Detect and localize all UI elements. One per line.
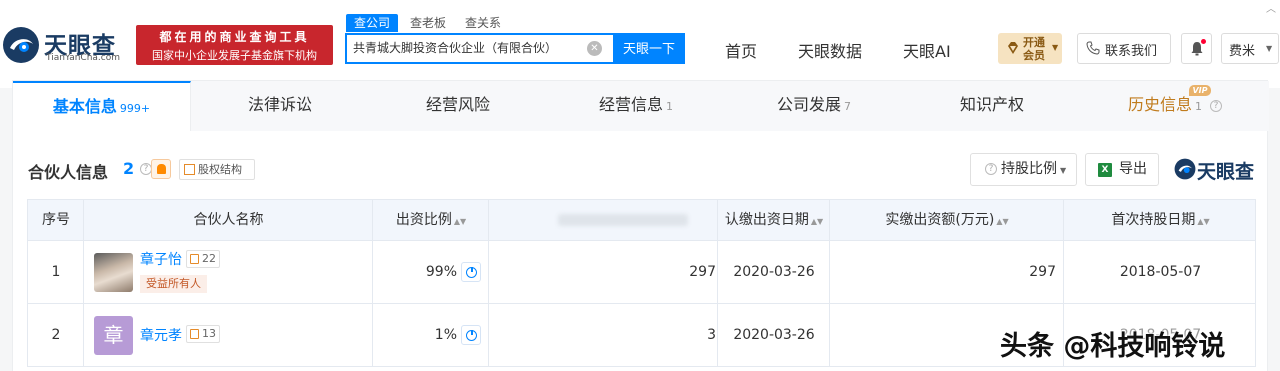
- slogan-line-1: 都在用的商业查询工具: [159, 30, 310, 44]
- diamond-icon: [1008, 42, 1018, 54]
- search-tab-company[interactable]: 查公司: [346, 14, 399, 32]
- relation-count-badge[interactable]: 22: [186, 250, 220, 268]
- table-row: 1 章子怡 22 受益所有人 99% 297 2020-03-26 297 20…: [27, 241, 1256, 304]
- vip-label: 开通 会员: [1023, 36, 1045, 62]
- section-title: 合伙人信息: [28, 163, 109, 182]
- avatar[interactable]: 章: [94, 316, 133, 355]
- col-first-date[interactable]: 首次持股日期 ▲▼: [1064, 200, 1257, 240]
- sort-icon: ▲▼: [1197, 217, 1210, 226]
- column-divider: [488, 199, 489, 367]
- structure-icon: [184, 164, 195, 175]
- subscribed-date: 2020-03-26: [733, 327, 815, 343]
- row-index: 2: [51, 327, 61, 343]
- col-index: 序号: [42, 212, 70, 228]
- nav-home[interactable]: 首页: [725, 38, 757, 62]
- slogan-banner: 都在用的商业查询工具 国家中小企业发展子基金旗下机构: [136, 25, 333, 65]
- amount-value: 3: [707, 327, 716, 343]
- tab-operation[interactable]: 经营信息 1: [547, 81, 725, 131]
- first-holding-date: 2018-05-07: [1119, 264, 1202, 280]
- search-input[interactable]: [353, 40, 583, 54]
- col-subscribed-date[interactable]: 认缴出资日期 ▲▼: [718, 200, 830, 240]
- vip-badge: VIP: [1189, 85, 1211, 96]
- search-button[interactable]: 天眼一下: [613, 33, 685, 64]
- unread-dot: [1201, 39, 1206, 44]
- notification-button[interactable]: [1181, 33, 1212, 64]
- beneficial-owner-tag: 受益所有人: [140, 275, 207, 293]
- partner-section-header: 合伙人信息 2 ? 股权结构 ? 持股比例 ▼ X 导出 天眼查: [13, 131, 1269, 197]
- search-box: ✕: [345, 33, 613, 64]
- partner-name-link[interactable]: 章子怡: [140, 249, 182, 269]
- paid-amount: 297: [1029, 264, 1056, 280]
- ratio-value: 1%: [434, 327, 457, 343]
- col-ratio[interactable]: 出资比例 ▲▼: [373, 200, 489, 240]
- holding-ratio-dropdown[interactable]: ? 持股比例 ▼: [970, 153, 1077, 186]
- sort-icon: ▲▼: [453, 217, 467, 226]
- collapse-chevron-icon[interactable]: ︿: [1262, 0, 1280, 15]
- col-partner-name: 合伙人名称: [193, 212, 264, 228]
- nav-tianyan-ai[interactable]: 天眼AI: [903, 38, 951, 62]
- tab-history[interactable]: 历史信息 1 ?: [1081, 81, 1269, 131]
- contact-us-button[interactable]: 联系我们: [1077, 33, 1171, 64]
- export-button[interactable]: X 导出: [1085, 153, 1159, 186]
- blurred-header: [558, 214, 688, 226]
- caret-down-icon: ▼: [1052, 43, 1059, 52]
- column-divider: [829, 199, 830, 367]
- subscribed-date: 2020-03-26: [733, 264, 815, 280]
- partner-name-link[interactable]: 章元孝: [140, 325, 182, 345]
- tab-ip[interactable]: 知识产权: [903, 81, 1081, 131]
- column-divider: [83, 199, 84, 367]
- help-icon: ?: [985, 163, 997, 175]
- site-logo[interactable]: 天眼查 TianYanCha.com: [2, 22, 130, 68]
- open-vip-button[interactable]: 开通 会员 ▼: [998, 33, 1062, 64]
- tianyancha-logo-icon: [3, 27, 39, 63]
- tab-risk[interactable]: 经营风险: [369, 81, 547, 131]
- avatar[interactable]: [94, 253, 133, 292]
- tianyancha-logo-icon: [1174, 158, 1196, 180]
- relation-count-badge[interactable]: 13: [186, 325, 220, 343]
- clear-search-icon[interactable]: ✕: [587, 41, 602, 56]
- user-menu[interactable]: 费米 ▼: [1221, 33, 1279, 64]
- amount-value: 297: [689, 264, 716, 280]
- brand-watermark-logo: 天眼查: [1174, 157, 1260, 183]
- nav-tianyan-data[interactable]: 天眼数据: [798, 38, 862, 62]
- sort-icon: ▲▼: [996, 217, 1009, 226]
- excel-icon: X: [1098, 163, 1112, 177]
- sort-icon: ▲▼: [810, 217, 824, 226]
- section-count: 2: [123, 159, 135, 178]
- equity-structure-button[interactable]: 股权结构: [179, 159, 255, 180]
- tab-basic-info[interactable]: 基本信息 999+: [13, 81, 191, 131]
- monitor-bell-icon[interactable]: [151, 159, 171, 179]
- caret-down-icon: ▼: [1060, 166, 1067, 175]
- pie-chart-icon[interactable]: [461, 325, 481, 345]
- chevron-down-icon: ▼: [1266, 44, 1273, 53]
- tab-development[interactable]: 公司发展 7: [725, 81, 903, 131]
- slogan-line-2: 国家中小企业发展子基金旗下机构: [152, 49, 317, 62]
- tab-legal[interactable]: 法律诉讼: [191, 81, 369, 131]
- search-tab-boss[interactable]: 查老板: [410, 14, 446, 32]
- pie-chart-icon[interactable]: [461, 262, 481, 282]
- search-tab-relation[interactable]: 查关系: [465, 14, 501, 32]
- column-divider: [717, 199, 718, 367]
- contact-us-label: 联系我们: [1105, 44, 1158, 59]
- detail-tabs: 基本信息 999+ 法律诉讼 经营风险 经营信息 1 公司发展 7 知识产权 历史信息…: [13, 81, 1269, 131]
- user-name: 费米: [1229, 44, 1256, 59]
- source-watermark: 头条 @科技响铃说: [1000, 331, 1226, 362]
- column-divider: [372, 199, 373, 367]
- top-bar: ︿ 天眼查 TianYanCha.com 都在用的商业查询工具 国家中小企业发展…: [0, 0, 1280, 88]
- table-header: 序号 合伙人名称 出资比例 ▲▼ 认缴出资日期 ▲▼ 实缴出资额(万元) ▲▼ 首次持…: [27, 199, 1256, 241]
- col-paid-amount[interactable]: 实缴出资额(万元) ▲▼: [830, 200, 1064, 240]
- phone-icon: [1086, 41, 1100, 55]
- ratio-value: 99%: [425, 264, 457, 280]
- help-icon: ?: [1210, 99, 1223, 112]
- logo-domain: TianYanCha.com: [46, 53, 121, 63]
- row-index: 1: [51, 264, 61, 280]
